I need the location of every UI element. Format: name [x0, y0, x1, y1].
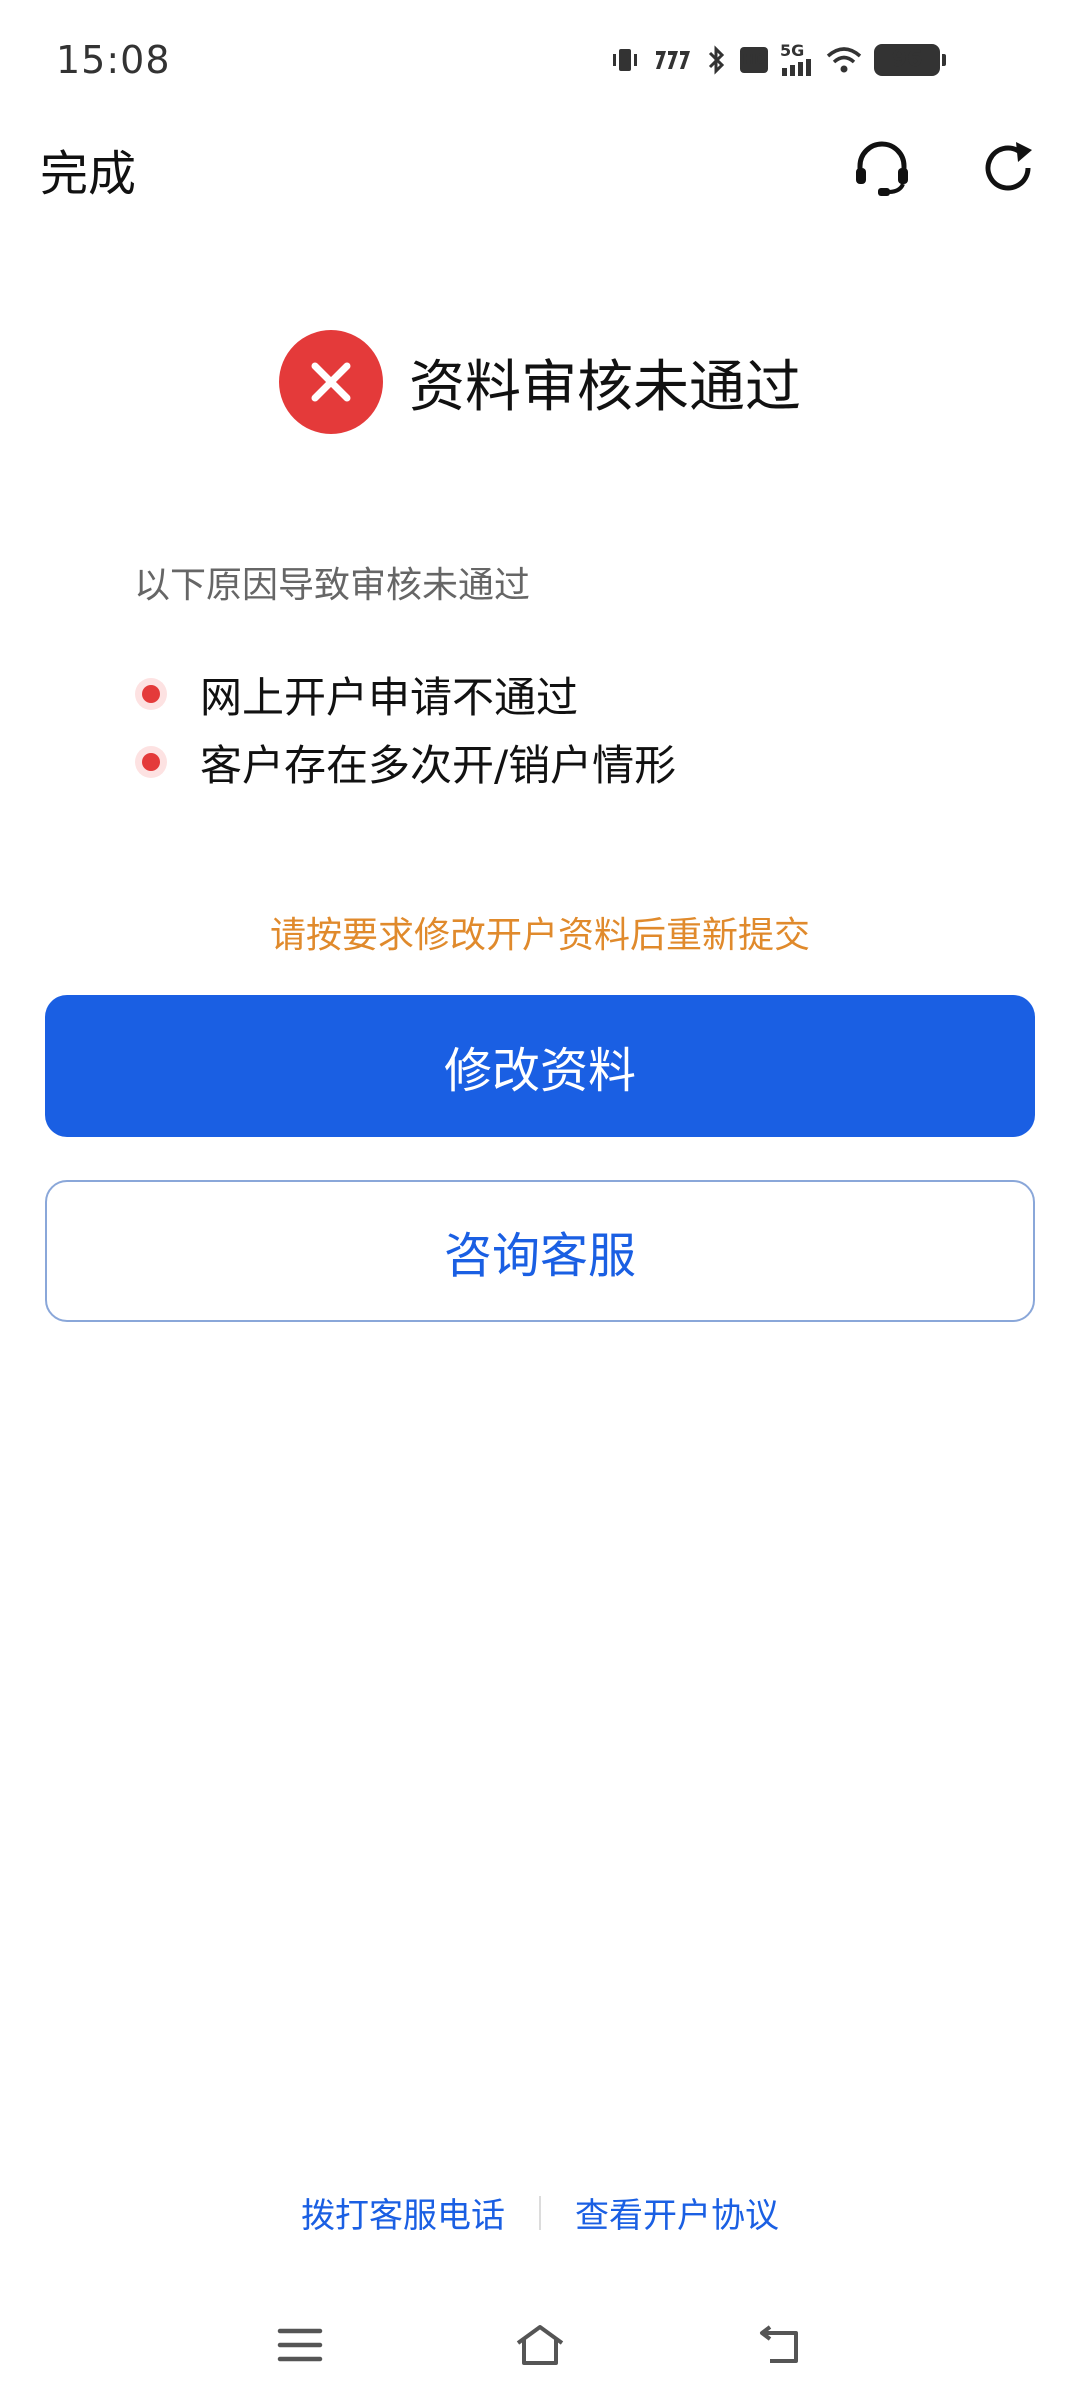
system-nav-bar [0, 2290, 1080, 2408]
bullet-dot-icon [142, 753, 160, 771]
network-label: 5G [780, 41, 805, 60]
status-time: 15:08 [56, 38, 171, 82]
done-button[interactable]: 完成 [40, 134, 136, 204]
headset-icon[interactable] [842, 128, 922, 208]
5g-signal-icon: 5G [780, 41, 814, 76]
divider [539, 2195, 541, 2230]
back-icon[interactable] [740, 2310, 820, 2380]
home-icon[interactable] [500, 2310, 580, 2380]
resubmit-hint: 请按要求修改开户资料后重新提交 [269, 915, 810, 956]
app-header: 完成 [0, 120, 1080, 220]
view-agreement-link[interactable]: 查看开户协议 [575, 2188, 779, 2237]
list-item: 网上开户申请不通过 [134, 660, 676, 728]
status-bar: 15:08 HD 5G 96 [0, 0, 1080, 120]
footer-links: 拨打客服电话 查看开户协议 [0, 2188, 1080, 2237]
bullet-dot-icon [142, 685, 160, 703]
menu-icon[interactable] [260, 2310, 340, 2380]
reason-intro: 以下原因导致审核未通过 [134, 565, 531, 606]
reason-list: 网上开户申请不通过 客户存在多次开/销户情形 [134, 660, 676, 796]
page: 15:08 HD 5G 96 完成 资料审核未通过 以下原因导致审核未通过 网上… [0, 0, 1080, 2408]
wifi-icon [826, 46, 862, 74]
edit-info-button[interactable]: 修改资料 [45, 995, 1035, 1137]
battery-icon: 96 [874, 44, 946, 76]
reason-text: 网上开户申请不通过 [200, 672, 579, 722]
page-title: 资料审核未通过 [409, 354, 801, 420]
bluetooth-icon [706, 45, 728, 75]
refresh-icon[interactable] [968, 128, 1048, 208]
vibrate-icon [610, 45, 640, 75]
close-icon [279, 330, 383, 434]
reason-text: 客户存在多次开/销户情形 [200, 740, 677, 790]
call-support-link[interactable]: 拨打客服电话 [301, 2188, 505, 2237]
list-item: 客户存在多次开/销户情形 [134, 728, 676, 796]
result-title: 资料审核未通过 [0, 330, 1080, 434]
status-icons: HD 5G 96 [610, 41, 946, 76]
consult-support-button[interactable]: 咨询客服 [45, 1180, 1035, 1322]
hd-icon: HD [740, 47, 768, 73]
signal-777-icon [652, 47, 694, 73]
